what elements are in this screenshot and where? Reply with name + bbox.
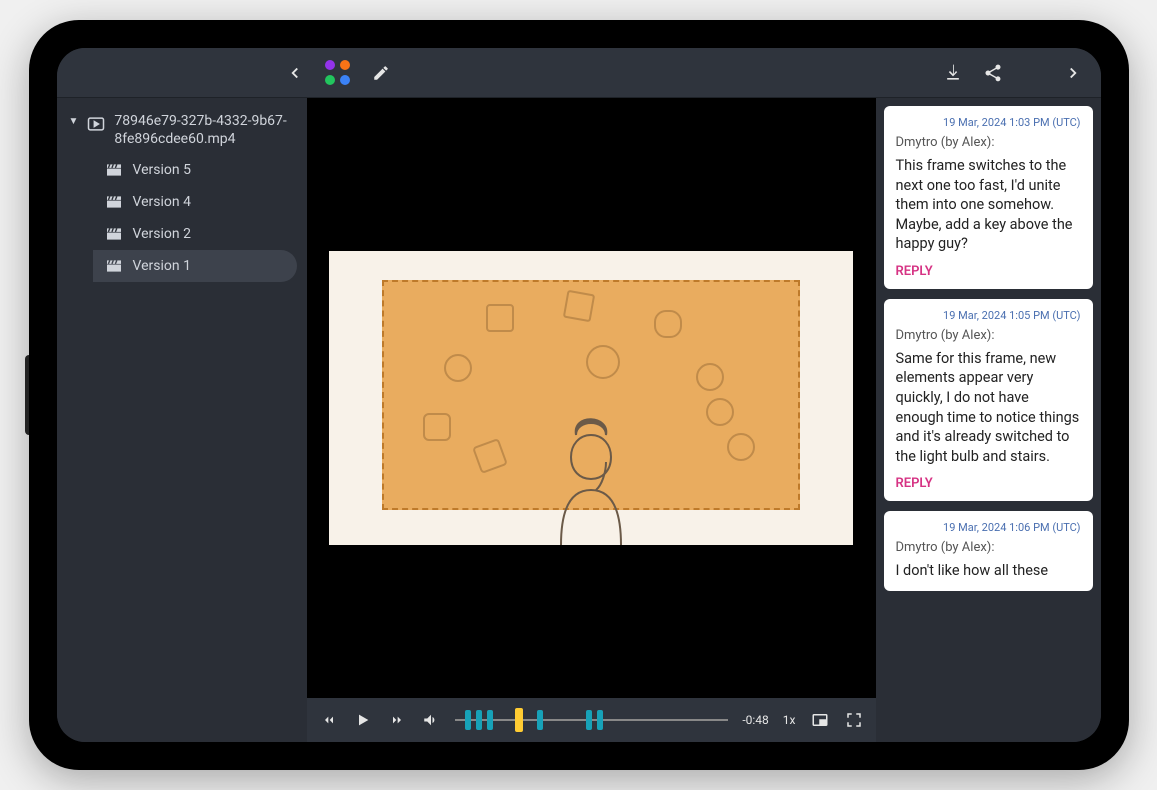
timeline-marker[interactable] [487, 710, 493, 730]
reply-button[interactable]: REPLY [896, 472, 1081, 491]
file-name-label: 78946e79-327b-4332-9b67-8fe896cdee60.mp4 [114, 112, 294, 148]
comment-body: Same for this frame, new elements appear… [896, 349, 1081, 466]
version-item[interactable]: Version 4 [93, 186, 297, 218]
comments-panel: 19 Mar, 2024 1:03 PM (UTC) Dmytro (by Al… [876, 98, 1101, 742]
timeline-marker[interactable] [597, 710, 603, 730]
person-illustration [526, 395, 656, 545]
playback-speed[interactable]: 1x [783, 713, 796, 727]
prev-frame-button[interactable] [319, 710, 339, 730]
version-label: Version 2 [133, 226, 191, 242]
tablet-frame: ▼ 78946e79-327b-4332-9b67-8fe896cdee60.m… [29, 20, 1129, 770]
version-label: Version 4 [133, 194, 191, 210]
share-button[interactable] [973, 53, 1013, 93]
expand-toggle-icon[interactable]: ▼ [69, 112, 79, 127]
play-button[interactable] [353, 710, 373, 730]
version-item[interactable]: Version 2 [93, 218, 297, 250]
volume-button[interactable] [421, 710, 441, 730]
version-label: Version 1 [133, 258, 191, 274]
next-frame-button[interactable] [387, 710, 407, 730]
comment-timestamp: 19 Mar, 2024 1:03 PM (UTC) [896, 116, 1081, 129]
version-item[interactable]: Version 5 [93, 154, 297, 186]
timeline-marker[interactable] [465, 710, 471, 730]
comment-author: Dmytro (by Alex): [896, 540, 1081, 555]
main-area: ▼ 78946e79-327b-4332-9b67-8fe896cdee60.m… [57, 98, 1101, 742]
clapper-icon [105, 227, 123, 241]
clapper-icon [105, 259, 123, 273]
timeline-marker[interactable] [586, 710, 592, 730]
comment-card[interactable]: 19 Mar, 2024 1:03 PM (UTC) Dmytro (by Al… [884, 106, 1093, 289]
clapper-icon [105, 163, 123, 177]
version-list: Version 5 Version 4 Version 2 Version 1 [57, 154, 307, 282]
comment-card[interactable]: 19 Mar, 2024 1:05 PM (UTC) Dmytro (by Al… [884, 299, 1093, 501]
comment-card[interactable]: 19 Mar, 2024 1:06 PM (UTC) Dmytro (by Al… [884, 511, 1093, 591]
app-screen: ▼ 78946e79-327b-4332-9b67-8fe896cdee60.m… [57, 48, 1101, 742]
top-toolbar [57, 48, 1101, 98]
video-viewport[interactable] [307, 98, 876, 698]
app-logo [323, 58, 353, 88]
comment-timestamp: 19 Mar, 2024 1:06 PM (UTC) [896, 521, 1081, 534]
edit-button[interactable] [361, 53, 401, 93]
video-file-icon [86, 112, 106, 134]
comment-body: I don't like how all these [896, 561, 1081, 581]
video-frame [329, 251, 852, 545]
file-item[interactable]: ▼ 78946e79-327b-4332-9b67-8fe896cdee60.m… [57, 106, 307, 154]
version-item[interactable]: Version 1 [93, 250, 297, 282]
fullscreen-button[interactable] [844, 710, 864, 730]
timeline-scrubber[interactable] [455, 708, 729, 732]
player-controls: -0:48 1x [307, 698, 876, 742]
back-button[interactable] [275, 53, 315, 93]
time-remaining: -0:48 [742, 713, 768, 727]
collapse-comments-button[interactable] [1053, 53, 1093, 93]
clapper-icon [105, 195, 123, 209]
timeline-marker[interactable] [476, 710, 482, 730]
file-sidebar: ▼ 78946e79-327b-4332-9b67-8fe896cdee60.m… [57, 98, 307, 742]
player-column: -0:48 1x [307, 98, 876, 742]
version-label: Version 5 [133, 162, 191, 178]
download-button[interactable] [933, 53, 973, 93]
comment-author: Dmytro (by Alex): [896, 328, 1081, 343]
comment-timestamp: 19 Mar, 2024 1:05 PM (UTC) [896, 309, 1081, 322]
pip-button[interactable] [810, 710, 830, 730]
comment-author: Dmytro (by Alex): [896, 135, 1081, 150]
comment-body: This frame switches to the next one too … [896, 156, 1081, 254]
reply-button[interactable]: REPLY [896, 260, 1081, 279]
timeline-marker[interactable] [537, 710, 543, 730]
timeline-playhead[interactable] [515, 708, 523, 732]
